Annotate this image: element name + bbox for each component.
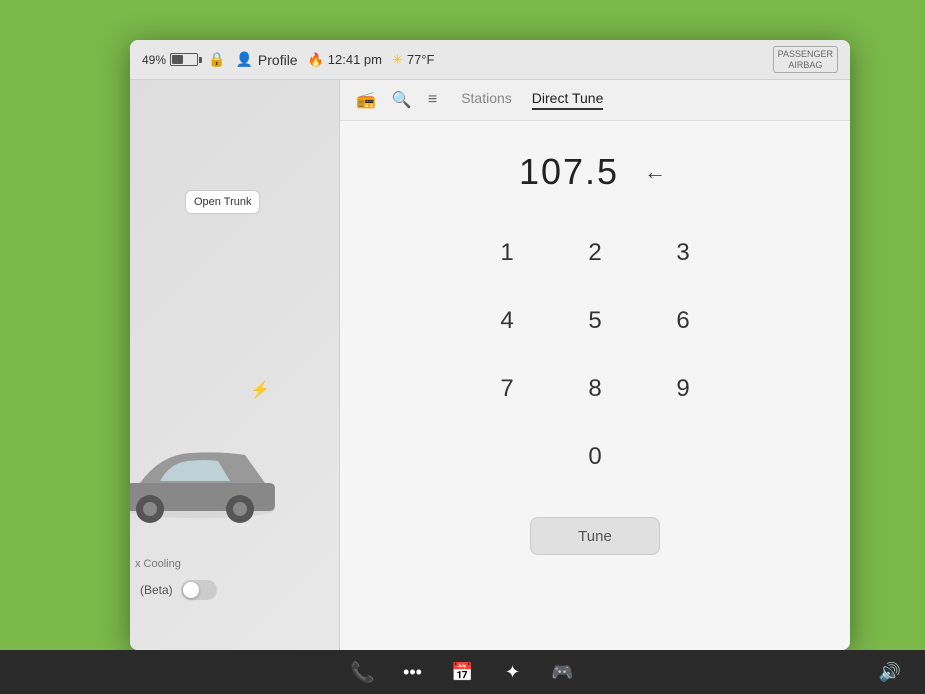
radio-tabs: Stations Direct Tune	[461, 90, 603, 110]
lock-icon: 🔒	[208, 51, 225, 68]
status-temp: ✳ 77°F	[392, 52, 435, 68]
radio-toolbar: 📻 🔍 ≡ Stations Direct Tune	[340, 80, 850, 121]
battery-percentage: 49%	[142, 53, 166, 67]
lightning-icon: ⚡	[250, 380, 270, 400]
direct-tune-content: 107.5 ← 1 2 3 4 5 6 7 8 9 0	[340, 121, 850, 650]
list-icon[interactable]: ≡	[428, 91, 437, 109]
tune-button[interactable]: Tune	[530, 517, 660, 555]
main-content: Open Trunk	[130, 80, 850, 650]
key-3[interactable]: 3	[643, 223, 723, 283]
flame-icon: 🔥	[308, 52, 324, 68]
radio-icon[interactable]: 📻	[356, 90, 376, 110]
profile-section[interactable]: 👤 Profile	[235, 51, 297, 68]
temp-value: 77°F	[407, 52, 435, 67]
battery-bar-visual	[170, 53, 198, 66]
sun-icon: ✳	[392, 52, 403, 68]
backspace-button[interactable]: ←	[639, 154, 671, 190]
beta-label: (Beta)	[140, 583, 173, 597]
car-visual	[130, 435, 310, 530]
profile-label: Profile	[258, 52, 298, 68]
numeric-keypad: 1 2 3 4 5 6 7 8 9 0	[467, 223, 723, 487]
battery-fill	[172, 55, 183, 64]
airbag-badge: PASSENGERAIRBAG	[773, 46, 838, 74]
taskbar-phone[interactable]: 📞	[348, 657, 378, 687]
key-4[interactable]: 4	[467, 291, 547, 351]
radio-panel: 📻 🔍 ≡ Stations Direct Tune 107.5 ← 1	[340, 80, 850, 650]
time-value: 12:41 pm	[328, 52, 382, 67]
key-2[interactable]: 2	[555, 223, 635, 283]
search-icon[interactable]: 🔍	[392, 90, 412, 110]
key-0[interactable]: 0	[555, 427, 635, 487]
key-8[interactable]: 8	[555, 359, 635, 419]
open-trunk-label: Open Trunk	[194, 196, 251, 208]
key-6[interactable]: 6	[643, 291, 723, 351]
status-time: 🔥 12:41 pm	[308, 52, 382, 68]
taskbar-game[interactable]: 🎮	[548, 657, 578, 687]
frequency-value: 107.5	[519, 151, 619, 193]
car-image-area: Open Trunk	[130, 80, 339, 650]
cooling-label: x Cooling	[135, 558, 181, 570]
beta-section: (Beta)	[140, 580, 217, 600]
battery-tip	[199, 57, 202, 63]
person-icon: 👤	[235, 51, 252, 68]
taskbar-dots[interactable]: •••	[398, 657, 428, 687]
key-7[interactable]: 7	[467, 359, 547, 419]
status-bar: 49% 🔒 👤 Profile 🔥 12:41 pm ✳ 77°F PASSEN…	[130, 40, 850, 80]
key-9[interactable]: 9	[643, 359, 723, 419]
taskbar: 📞 ••• 📅 ✦ 🎮 🔊	[0, 650, 925, 694]
tab-stations[interactable]: Stations	[461, 90, 512, 110]
taskbar-calendar[interactable]: 📅	[448, 657, 478, 687]
open-trunk-button[interactable]: Open Trunk	[185, 190, 260, 214]
key-5[interactable]: 5	[555, 291, 635, 351]
volume-icon[interactable]: 🔊	[875, 657, 905, 687]
frequency-display: 107.5 ←	[519, 151, 671, 193]
battery-indicator: 49%	[142, 53, 198, 67]
left-panel: Open Trunk	[130, 80, 340, 650]
key-1[interactable]: 1	[467, 223, 547, 283]
beta-toggle[interactable]	[181, 580, 217, 600]
tab-direct-tune[interactable]: Direct Tune	[532, 90, 604, 110]
taskbar-star[interactable]: ✦	[498, 657, 528, 687]
